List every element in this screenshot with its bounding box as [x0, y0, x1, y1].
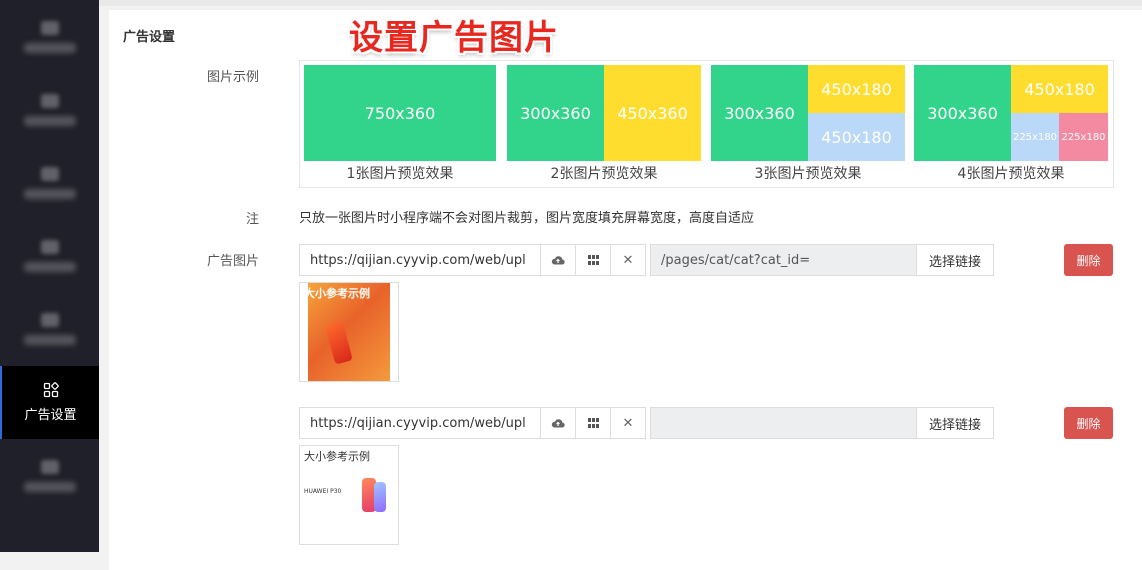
upload-button[interactable] — [540, 408, 575, 438]
blurred-label — [23, 188, 76, 199]
example-caption: 3张图片预览效果 — [754, 166, 862, 182]
blurred-icon — [40, 239, 59, 254]
sidebar-item-label: 广告设置 — [24, 408, 77, 423]
blurred-label — [23, 115, 76, 126]
note-text: 只放一张图片时小程序端不会对图片裁剪，图片宽度填充屏幕宽度，高度自适应 — [299, 211, 755, 226]
link-input[interactable] — [651, 245, 916, 275]
blurred-label — [23, 261, 76, 272]
blurred-label — [23, 481, 76, 492]
top-strip — [99, 0, 1142, 6]
delete-button[interactable]: 删除 — [1064, 407, 1113, 439]
close-icon: ✕ — [622, 415, 634, 431]
blurred-label — [23, 42, 76, 53]
image-url-input[interactable] — [300, 245, 540, 275]
example-3: 300x360 450x180 450x180 — [711, 65, 905, 161]
gallery-button[interactable] — [575, 245, 610, 275]
settings-panel: 广告设置 设置广告图片 图片示例 750x360 1张图片预览效果 300x36… — [109, 10, 1142, 570]
upload-button[interactable] — [540, 245, 575, 275]
gallery-button[interactable] — [575, 408, 610, 438]
panel-title: 广告设置 — [123, 30, 176, 45]
image-url-group: ✕ — [299, 244, 646, 276]
sidebar: 广告设置 — [0, 0, 99, 552]
select-link-button[interactable]: 选择链接 — [916, 245, 993, 275]
blurred-label — [23, 334, 76, 345]
image-url-input[interactable] — [300, 408, 540, 438]
example-block: 450x180 — [808, 65, 905, 113]
blurred-icon — [40, 93, 59, 108]
select-link-button[interactable]: 选择链接 — [916, 408, 993, 438]
link-group: 选择链接 — [650, 244, 994, 276]
sidebar-item-ad-settings[interactable]: 广告设置 — [0, 366, 99, 439]
example-caption: 1张图片预览效果 — [346, 166, 454, 182]
link-group: 选择链接 — [650, 407, 994, 439]
example-block: 450x360 — [604, 65, 701, 161]
link-input[interactable] — [651, 408, 916, 438]
product-name: HUAWEI P30 — [304, 488, 342, 495]
sidebar-item-5[interactable] — [0, 292, 99, 365]
grid-icon — [587, 255, 599, 265]
example-block: 225x180 — [1011, 113, 1059, 161]
delete-button[interactable]: 删除 — [1064, 244, 1113, 276]
sidebar-item-4[interactable] — [0, 219, 99, 292]
apps-icon — [43, 382, 59, 398]
example-block: 450x180 — [808, 113, 905, 161]
example-block: 300x360 — [507, 65, 604, 161]
example-block: 300x360 — [711, 65, 808, 161]
sidebar-item-3[interactable] — [0, 146, 99, 219]
ad-thumbnail: 大小参考示例 HUAWEI P30 — [299, 445, 399, 545]
phone-image — [374, 482, 386, 512]
image-url-group: ✕ — [299, 407, 646, 439]
blurred-icon — [40, 166, 59, 181]
example-block: 450x180 — [1011, 65, 1108, 113]
main-content: 广告设置 设置广告图片 图片示例 750x360 1张图片预览效果 300x36… — [99, 0, 1142, 570]
ad-image-label: 广告图片 — [206, 254, 259, 269]
note-label: 注 — [245, 212, 259, 227]
example-block: 750x360 — [304, 65, 496, 161]
banner-heading: 设置广告图片 — [349, 18, 559, 58]
sidebar-item-1[interactable] — [0, 0, 99, 73]
example-caption: 2张图片预览效果 — [550, 166, 658, 182]
sidebar-item-7[interactable] — [0, 439, 99, 512]
example-2: 300x360 450x360 — [507, 65, 701, 161]
close-icon: ✕ — [622, 252, 634, 268]
example-1: 750x360 — [304, 65, 496, 161]
example-label: 图片示例 — [206, 70, 259, 85]
example-block: 300x360 — [914, 65, 1011, 161]
clear-button[interactable]: ✕ — [610, 245, 645, 275]
blurred-icon — [40, 459, 59, 474]
thumbnail-caption: 大小参考示例 — [304, 287, 370, 300]
example-block: 225x180 — [1059, 113, 1108, 161]
cloud-upload-icon — [551, 419, 565, 428]
blurred-icon — [40, 20, 59, 35]
grid-icon — [587, 418, 599, 428]
blurred-icon — [40, 312, 59, 327]
example-4: 300x360 450x180 225x180 225x180 — [914, 65, 1108, 161]
thumbnail-caption: 大小参考示例 — [304, 450, 370, 463]
clear-button[interactable]: ✕ — [610, 408, 645, 438]
cloud-upload-icon — [551, 256, 565, 265]
image-example-box: 750x360 1张图片预览效果 300x360 450x360 2张图片预览效… — [299, 60, 1114, 188]
example-caption: 4张图片预览效果 — [957, 166, 1065, 182]
ad-thumbnail: 大小参考示例 — [299, 282, 399, 382]
sidebar-item-2[interactable] — [0, 73, 99, 146]
